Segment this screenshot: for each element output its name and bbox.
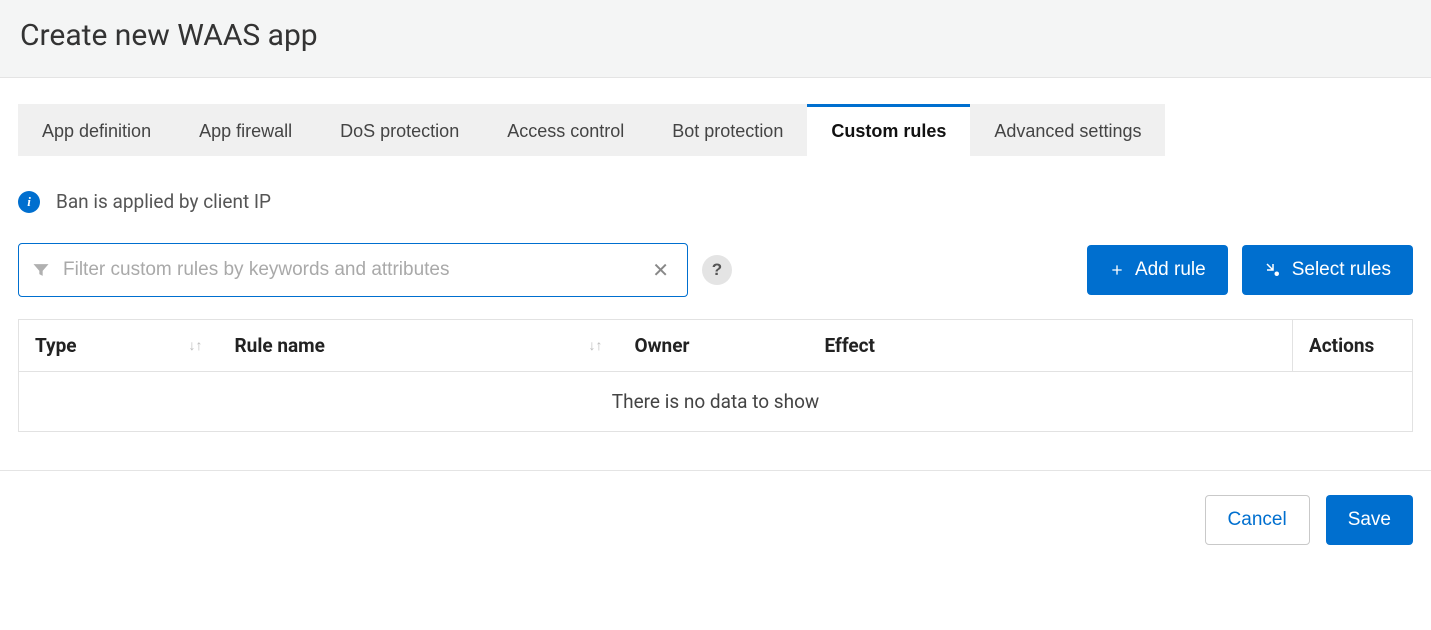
- rules-table: Type ↓↑ Rule name ↓↑ Owner Effect: [18, 319, 1413, 432]
- col-header-type-label: Type: [35, 334, 77, 357]
- filter-input[interactable]: [61, 258, 636, 282]
- tab-dos-protection[interactable]: DoS protection: [316, 104, 483, 156]
- select-rules-label: Select rules: [1292, 259, 1391, 281]
- col-header-owner[interactable]: Owner: [619, 320, 809, 372]
- table-header: Type ↓↑ Rule name ↓↑ Owner Effect: [19, 320, 1413, 372]
- save-label: Save: [1348, 509, 1391, 531]
- tab-bar: App definition App firewall DoS protecti…: [18, 104, 1413, 156]
- close-icon: ✕: [652, 260, 669, 282]
- footer: Cancel Save: [0, 470, 1431, 569]
- clear-filter-button[interactable]: ✕: [646, 254, 675, 287]
- table-body: There is no data to show: [19, 372, 1413, 432]
- col-header-rule-name[interactable]: Rule name ↓↑: [219, 320, 619, 372]
- filter-row: ✕ ? Add rule Select rules: [18, 243, 1413, 297]
- info-text: Ban is applied by client IP: [56, 190, 271, 213]
- empty-state: There is no data to show: [19, 372, 1413, 432]
- sort-icon: ↓↑: [589, 337, 603, 354]
- add-rule-label: Add rule: [1135, 259, 1206, 281]
- filter-icon: [31, 260, 51, 280]
- info-icon: i: [18, 191, 40, 213]
- col-header-actions: Actions: [1293, 320, 1413, 372]
- cancel-button[interactable]: Cancel: [1205, 495, 1310, 545]
- col-header-type[interactable]: Type ↓↑: [19, 320, 219, 372]
- add-rule-button[interactable]: Add rule: [1087, 245, 1228, 295]
- info-banner: i Ban is applied by client IP: [18, 190, 1413, 213]
- help-button[interactable]: ?: [702, 255, 732, 285]
- filter-box[interactable]: ✕: [18, 243, 688, 297]
- tab-custom-rules[interactable]: Custom rules: [807, 104, 970, 156]
- col-header-effect[interactable]: Effect: [809, 320, 1293, 372]
- page-header: Create new WAAS app: [0, 0, 1431, 78]
- content-area: App definition App firewall DoS protecti…: [0, 78, 1431, 432]
- col-header-effect-label: Effect: [825, 334, 876, 357]
- tab-app-definition[interactable]: App definition: [18, 104, 175, 156]
- sort-icon: ↓↑: [189, 337, 203, 354]
- col-header-actions-label: Actions: [1309, 334, 1374, 357]
- plus-icon: [1109, 262, 1125, 278]
- col-header-owner-label: Owner: [635, 334, 690, 357]
- tab-advanced-settings[interactable]: Advanced settings: [970, 104, 1165, 156]
- tab-app-firewall[interactable]: App firewall: [175, 104, 316, 156]
- page-title: Create new WAAS app: [20, 18, 1411, 53]
- select-icon: [1264, 261, 1282, 279]
- tab-bot-protection[interactable]: Bot protection: [648, 104, 807, 156]
- col-header-rule-name-label: Rule name: [235, 334, 325, 357]
- select-rules-button[interactable]: Select rules: [1242, 245, 1413, 295]
- cancel-label: Cancel: [1228, 509, 1287, 531]
- question-icon: ?: [712, 260, 722, 279]
- tab-access-control[interactable]: Access control: [483, 104, 648, 156]
- save-button[interactable]: Save: [1326, 495, 1413, 545]
